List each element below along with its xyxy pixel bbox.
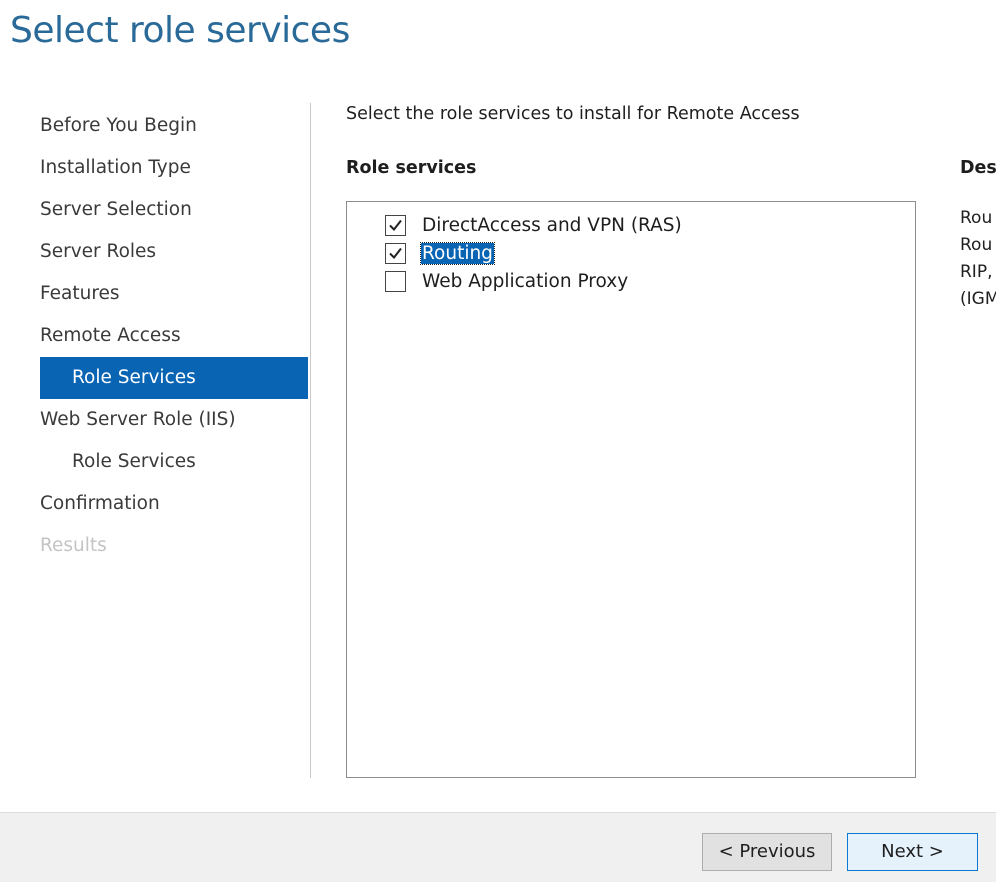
- description-heading: Des: [960, 158, 996, 178]
- directaccess-vpn-checkbox[interactable]: [385, 214, 406, 236]
- nav-item-server-selection[interactable]: Server Selection: [0, 189, 310, 231]
- description-line: Rou: [960, 235, 993, 255]
- nav-item-remote-access-role-services[interactable]: Role Services: [40, 357, 308, 399]
- service-label[interactable]: Web Application Proxy: [421, 271, 629, 292]
- next-button[interactable]: Next >: [847, 833, 978, 871]
- nav-item-installation-type[interactable]: Installation Type: [0, 147, 310, 189]
- service-item-directaccess-vpn[interactable]: DirectAccess and VPN (RAS): [385, 212, 683, 238]
- nav-item-web-server-role[interactable]: Web Server Role (IIS): [0, 399, 310, 441]
- nav-item-remote-access[interactable]: Remote Access: [0, 315, 310, 357]
- nav-item-results: Results: [40, 535, 107, 556]
- description-line: (IGM: [960, 289, 996, 309]
- wizard-nav: Before You Begin Installation Type Serve…: [0, 105, 310, 567]
- page-title: Select role services: [10, 10, 350, 51]
- routing-checkbox[interactable]: [385, 242, 406, 264]
- nav-item-confirmation[interactable]: Confirmation: [0, 483, 310, 525]
- checkmark-icon: [389, 247, 402, 259]
- web-application-proxy-checkbox[interactable]: [385, 270, 406, 292]
- checkmark-icon: [389, 219, 402, 231]
- instruction-text: Select the role services to install for …: [346, 104, 800, 124]
- role-services-heading: Role services: [346, 158, 477, 178]
- service-item-web-application-proxy[interactable]: Web Application Proxy: [385, 268, 629, 294]
- nav-item-before-you-begin[interactable]: Before You Begin: [0, 105, 310, 147]
- nav-item-server-roles[interactable]: Server Roles: [0, 231, 310, 273]
- wizard-page: Select role services Before You Begin In…: [0, 0, 996, 882]
- description-line: RIP,: [960, 262, 993, 282]
- description-text: Rou Rou RIP, (IGM: [960, 205, 996, 313]
- nav-divider: [310, 103, 311, 778]
- wizard-footer: < Previous Next >: [0, 812, 996, 882]
- description-line: Rou: [960, 208, 993, 228]
- role-services-list[interactable]: DirectAccess and VPN (RAS) Routing Web A…: [346, 201, 916, 778]
- previous-button[interactable]: < Previous: [702, 833, 832, 871]
- service-label[interactable]: DirectAccess and VPN (RAS): [421, 215, 683, 236]
- nav-item-iis-role-services[interactable]: Role Services: [0, 441, 310, 483]
- nav-item-features[interactable]: Features: [0, 273, 310, 315]
- service-label[interactable]: Routing: [420, 241, 495, 265]
- service-item-routing[interactable]: Routing: [385, 240, 495, 266]
